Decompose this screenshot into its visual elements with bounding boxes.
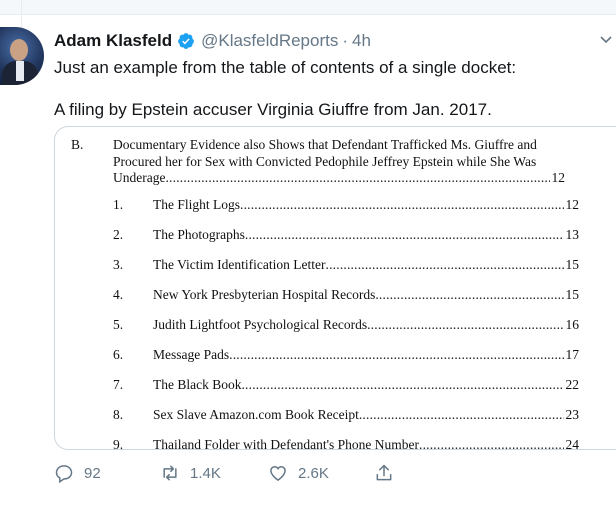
toc-entry-page: 17 xyxy=(565,347,580,362)
section-page: 12 xyxy=(551,170,566,185)
toc-entry-number: 8. xyxy=(113,407,124,422)
leader-dots: ........................................… xyxy=(244,227,564,242)
toc-entry-title: The Flight Logs xyxy=(153,197,240,212)
leader-dots: ........................................… xyxy=(241,377,564,392)
toc-entry-page: 12 xyxy=(565,197,580,212)
toc-entry-number: 4. xyxy=(113,287,124,302)
leader-dots: ........................................… xyxy=(375,287,563,302)
reply-button[interactable]: 92 xyxy=(54,463,101,483)
section-title-line: Documentary Evidence also Shows that Def… xyxy=(113,137,537,152)
tweet-actions: 92 1.4K 2.6K xyxy=(54,463,610,491)
toc-entry-page: 23 xyxy=(565,407,580,422)
like-count: 2.6K xyxy=(298,464,329,482)
reply-icon xyxy=(55,465,73,483)
toc-entry-title: The Victim Identification Letter xyxy=(153,257,326,272)
toc-entry: 4. New York Presbyterian Hospital Records… xyxy=(113,287,579,303)
toc-entry-number: 2. xyxy=(113,227,124,242)
toc-entry-title: The Black Book xyxy=(153,377,242,392)
toc-entry-title: Message Pads xyxy=(153,347,230,362)
toc-entry-number: 3. xyxy=(113,257,124,272)
leader-dots: ........................................… xyxy=(240,197,564,212)
chevron-down-icon[interactable] xyxy=(600,36,612,44)
toc-entry-page: 13 xyxy=(565,227,580,242)
reply-count: 92 xyxy=(84,464,101,482)
author-handle[interactable]: @KlasfeldReports xyxy=(201,31,338,51)
retweet-button[interactable]: 1.4K xyxy=(160,463,221,483)
author-name[interactable]: Adam Klasfeld xyxy=(54,31,172,51)
toc-entry-number: 7. xyxy=(113,377,124,392)
avatar[interactable] xyxy=(0,27,44,85)
tweet-text: Just an example from the table of conten… xyxy=(54,57,610,120)
tweet-text-line: Just an example from the table of conten… xyxy=(54,58,517,77)
toc-entry: 5. Judith Lightfoot Psychological Records… xyxy=(113,317,579,333)
toc-entry-page: 15 xyxy=(565,257,580,272)
toc-entry: 9. Thailand Folder with Defendant's Phone… xyxy=(113,437,580,450)
tweet-header: Adam Klasfeld @KlasfeldReports · 4h xyxy=(54,30,371,52)
toc-entry: 2. The Photographs.......................… xyxy=(113,227,579,243)
retweet-icon xyxy=(163,465,177,481)
leader-dots: ........................................… xyxy=(358,407,564,422)
toc-entry: 7. The Black Book........................… xyxy=(113,377,579,393)
leader-dots: ........................................… xyxy=(165,170,550,185)
toc-entry: 3. The Victim Identification Letter......… xyxy=(113,257,579,273)
section-letter: B. xyxy=(71,137,84,152)
verified-badge-icon xyxy=(178,33,194,49)
section-title-line: Underage xyxy=(113,170,166,185)
top-divider xyxy=(0,0,616,15)
share-button[interactable] xyxy=(374,463,394,483)
toc-entry: 8. Sex Slave Amazon.com Book Receipt.....… xyxy=(113,407,579,423)
leader-dots: ........................................… xyxy=(367,317,564,332)
toc-entry: 6. Message Pads..........................… xyxy=(113,347,579,363)
toc-entry-number: 9. xyxy=(113,437,124,450)
tweet-text-line: A filing by Epstein accuser Virginia Giu… xyxy=(54,100,492,119)
section-title: Documentary Evidence also Shows that Def… xyxy=(113,137,565,187)
toc-entry-title: New York Presbyterian Hospital Records xyxy=(153,287,376,302)
toc-entry-number: 6. xyxy=(113,347,124,362)
tweet-image[interactable]: B. Documentary Evidence also Shows that … xyxy=(54,126,616,450)
toc-entry: 1. The Flight Logs.......................… xyxy=(113,197,579,213)
toc-entry-page: 16 xyxy=(565,317,580,332)
like-icon xyxy=(270,465,286,481)
leader-dots: ........................................… xyxy=(229,347,563,362)
section-title-line: Procured her for Sex with Convicted Pedo… xyxy=(113,153,537,169)
like-button[interactable]: 2.6K xyxy=(268,463,329,483)
leader-dots: ........................................… xyxy=(419,437,564,450)
separator-dot: · xyxy=(342,31,349,50)
leader-dots: ........................................… xyxy=(325,257,564,272)
share-icon xyxy=(376,464,392,481)
timestamp[interactable]: 4h xyxy=(352,31,371,51)
retweet-count: 1.4K xyxy=(190,464,221,482)
toc-entry-page: 24 xyxy=(565,437,580,450)
toc-entry-number: 1. xyxy=(113,197,124,212)
toc-entry-title: Judith Lightfoot Psychological Records xyxy=(153,317,368,332)
toc-entry-page: 22 xyxy=(565,377,580,392)
toc-entry-title: The Photographs xyxy=(153,227,245,242)
toc-entry-page: 15 xyxy=(565,287,580,302)
toc-entry-number: 5. xyxy=(113,317,124,332)
toc-entry-title: Sex Slave Amazon.com Book Receipt xyxy=(153,407,359,422)
toc-entry-title: Thailand Folder with Defendant's Phone N… xyxy=(153,437,419,450)
